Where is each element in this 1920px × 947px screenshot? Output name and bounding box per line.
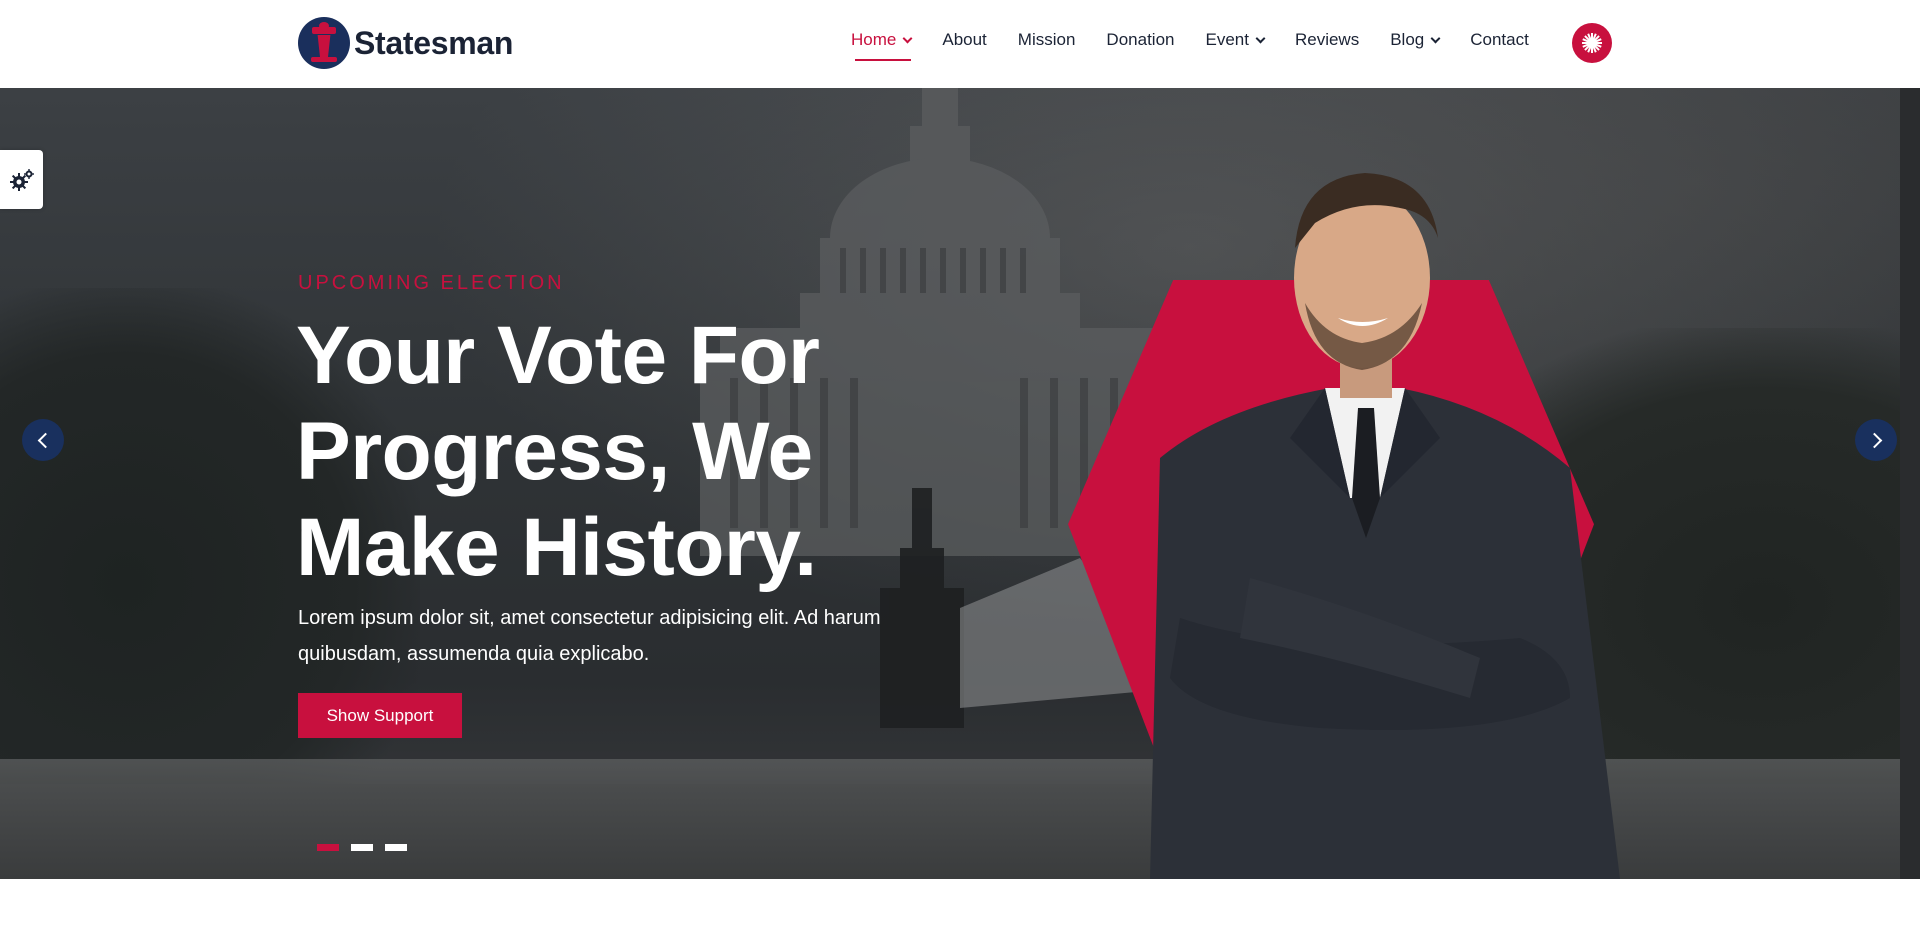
headline-line: Make History.: [296, 502, 817, 593]
chevron-down-icon: [1430, 33, 1441, 43]
headline-line: Progress, We: [296, 406, 813, 497]
hero-slider: UPCOMING ELECTION Your Vote For Progress…: [0, 88, 1920, 879]
slider-dot[interactable]: [351, 844, 373, 851]
slider-pagination: [317, 844, 407, 851]
sparkle-icon: [1582, 33, 1602, 53]
nav-item-reviews[interactable]: Reviews: [1295, 30, 1359, 50]
hero-headline: Your Vote For Progress, We Make History.: [296, 308, 916, 596]
hero-eyebrow: UPCOMING ELECTION: [298, 272, 565, 294]
slider-dot[interactable]: [385, 844, 407, 851]
nav-item-donation[interactable]: Donation: [1106, 30, 1174, 50]
chevron-right-icon: [1866, 432, 1882, 448]
nav-item-home[interactable]: Home: [851, 30, 913, 61]
nav-item-label: Reviews: [1294, 30, 1360, 49]
header-action-button[interactable]: [1572, 23, 1612, 63]
page-edge: [1900, 88, 1920, 879]
slider-dot[interactable]: [317, 844, 339, 851]
slider-next-button[interactable]: [1855, 419, 1897, 461]
nav-item-mission[interactable]: Mission: [1018, 30, 1076, 50]
brand-name: Statesman: [354, 24, 514, 61]
nav-item-contact[interactable]: Contact: [1470, 30, 1529, 50]
nav-item-label: Event: [1205, 30, 1249, 49]
nav-item-label: Home: [851, 30, 897, 49]
site-header: Statesman Home About Mission Donation Ev…: [0, 0, 1920, 88]
settings-panel-toggle[interactable]: [0, 150, 43, 209]
chevron-left-icon: [37, 432, 53, 448]
nav-item-about[interactable]: About: [942, 30, 986, 50]
nav-item-label: Mission: [1017, 30, 1076, 49]
nav-item-label: About: [942, 30, 987, 49]
podium-logo-icon: [298, 17, 350, 69]
nav-item-blog[interactable]: Blog: [1390, 30, 1441, 50]
main-nav: Home About Mission Donation Event Review…: [851, 30, 1560, 61]
candidate-photo: [1150, 173, 1620, 879]
nav-item-label: Contact: [1470, 30, 1529, 49]
nav-item-label: Donation: [1106, 30, 1175, 49]
logo[interactable]: Statesman: [298, 17, 513, 69]
gear-icon: [9, 168, 34, 191]
chevron-down-icon: [902, 33, 913, 43]
headline-line: Your Vote For: [296, 310, 820, 401]
slider-prev-button[interactable]: [22, 419, 64, 461]
hero-description: Lorem ipsum dolor sit, amet consectetur …: [298, 607, 881, 665]
nav-item-event[interactable]: Event: [1205, 30, 1266, 50]
nav-item-label: Blog: [1390, 30, 1425, 49]
show-support-button[interactable]: Show Support: [298, 693, 462, 738]
chevron-down-icon: [1255, 33, 1266, 43]
